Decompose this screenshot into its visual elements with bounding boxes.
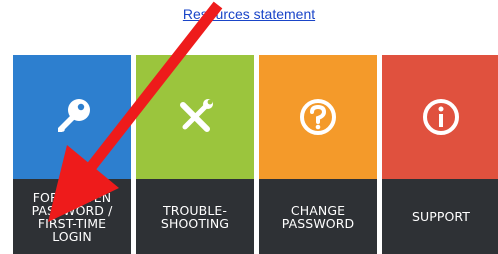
tile-support-label: SUPPORT bbox=[382, 179, 498, 254]
page: Resources statement FORGOTTEN PASSWORD /… bbox=[0, 0, 498, 254]
key-icon bbox=[52, 97, 92, 137]
tile-grid: FORGOTTEN PASSWORD / FIRST-TIME LOGIN TR… bbox=[13, 55, 498, 254]
tools-icon bbox=[175, 97, 215, 137]
tile-forgotten-password-label: FORGOTTEN PASSWORD / FIRST-TIME LOGIN bbox=[13, 179, 131, 254]
tile-troubleshooting[interactable]: TROUBLE- SHOOTING bbox=[136, 55, 254, 254]
tile-troubleshooting-color bbox=[136, 55, 254, 179]
info-circle-icon bbox=[421, 97, 461, 137]
tile-support[interactable]: SUPPORT bbox=[382, 55, 498, 254]
tile-support-color bbox=[382, 55, 498, 179]
tile-change-password-label: CHANGE PASSWORD bbox=[259, 179, 377, 254]
question-circle-icon bbox=[298, 97, 338, 137]
tile-change-password[interactable]: CHANGE PASSWORD bbox=[259, 55, 377, 254]
tile-change-password-color bbox=[259, 55, 377, 179]
tile-troubleshooting-label: TROUBLE- SHOOTING bbox=[136, 179, 254, 254]
tile-forgotten-password[interactable]: FORGOTTEN PASSWORD / FIRST-TIME LOGIN bbox=[13, 55, 131, 254]
tile-forgotten-password-color bbox=[13, 55, 131, 179]
resources-statement-link[interactable]: Resources statement bbox=[0, 6, 498, 24]
